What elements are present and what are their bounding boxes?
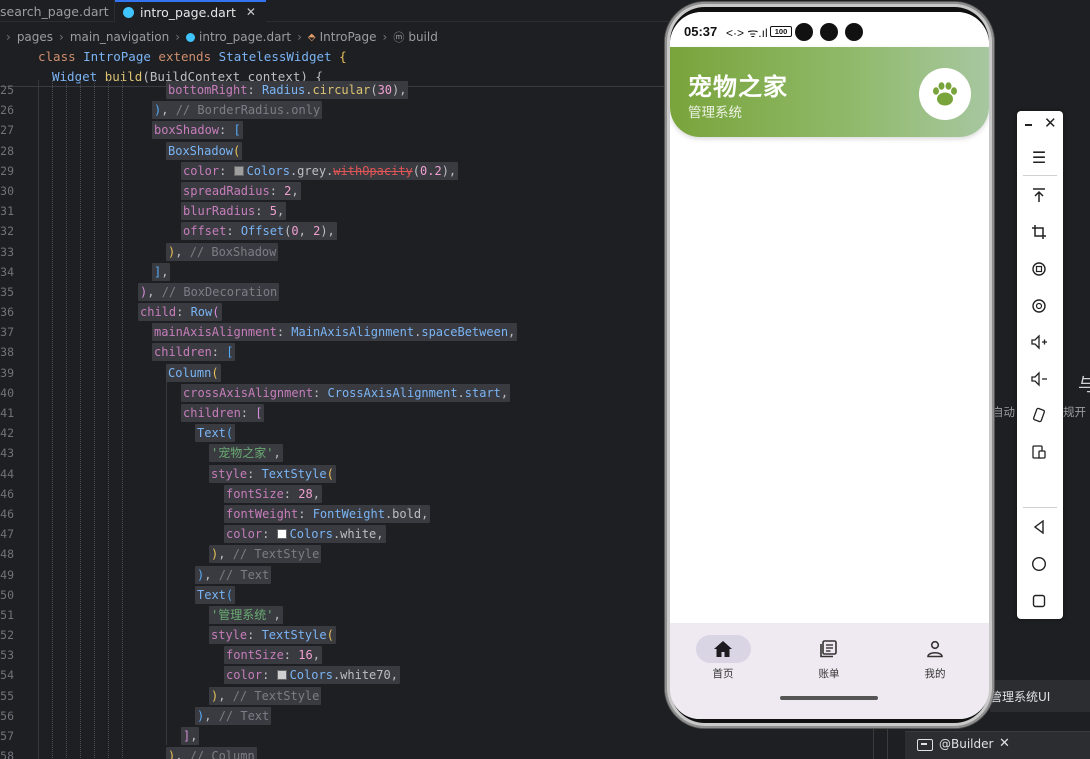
dart-file-icon: [186, 32, 196, 42]
chevron-right-icon: ›: [6, 30, 11, 44]
minimize-icon[interactable]: [1025, 124, 1032, 126]
chat-card[interactable]: 管理系统UI: [990, 680, 1090, 712]
pin-top-icon[interactable]: [1028, 184, 1050, 206]
divider: [1023, 175, 1057, 176]
home-icon: [714, 641, 732, 657]
color-swatch: [276, 529, 287, 540]
notification-icon: [795, 23, 813, 41]
breadcrumb-item[interactable]: intro_page.dart: [199, 30, 291, 44]
breadcrumb-item[interactable]: IntroPage: [320, 30, 377, 44]
rotate-right-icon[interactable]: [1028, 295, 1050, 317]
divider: [1023, 507, 1057, 508]
nav-label: 账单: [818, 668, 840, 680]
panel-heading: 与: [1078, 375, 1090, 396]
tab-label: intro_page.dart: [140, 4, 236, 20]
chevron-right-icon: ›: [382, 30, 388, 44]
nav-item-home[interactable]: 首页: [683, 635, 763, 685]
volume-down-icon[interactable]: [1028, 368, 1050, 390]
nav-item-bills[interactable]: 账单: [789, 635, 869, 685]
crop-icon[interactable]: [1028, 221, 1050, 243]
multi-device-icon[interactable]: [1028, 441, 1050, 463]
battery-icon: 100: [770, 26, 792, 37]
recent-apps-icon[interactable]: [1028, 590, 1050, 612]
builder-bar[interactable]: @Builder ✕: [905, 731, 1090, 759]
app-title: 宠物之家: [688, 73, 788, 101]
color-swatch: [233, 165, 244, 176]
dart-file-icon: [123, 6, 134, 18]
breadcrumb-item[interactable]: pages: [17, 30, 53, 44]
toolbar-header: ✕: [1017, 111, 1063, 139]
status-time: 05:37: [684, 24, 718, 39]
person-icon: [927, 640, 943, 658]
app-subtitle: 管理系统: [688, 105, 742, 121]
close-icon[interactable]: ✕: [1044, 114, 1057, 132]
panel-text: 自动: [992, 405, 1015, 419]
builder-label: @Builder: [939, 737, 994, 751]
status-bar: 05:37 <·> ᯤ.ıl 100: [670, 12, 989, 48]
app-header: 宠物之家 管理系统: [670, 47, 989, 137]
paw-icon: [933, 82, 957, 106]
panel-text: 规开: [1063, 405, 1086, 419]
shake-icon[interactable]: [1028, 404, 1050, 426]
breadcrumb-item[interactable]: main_navigation: [70, 30, 169, 44]
home-circle-icon[interactable]: [1028, 553, 1050, 575]
breadcrumb: › pages › main_navigation › intro_page.d…: [0, 27, 438, 47]
class-icon: ⬘: [307, 31, 316, 43]
method-icon: ⓜ: [393, 31, 405, 44]
chevron-right-icon: ›: [175, 30, 181, 44]
chevron-right-icon: ›: [297, 30, 302, 44]
tab-search-page[interactable]: search_page.dart: [0, 0, 115, 22]
network-icon: <·> ᯤ.ıl: [726, 26, 768, 40]
nav-label: 我的: [924, 668, 946, 680]
paw-avatar[interactable]: [919, 68, 971, 120]
close-icon[interactable]: ✕: [246, 5, 256, 19]
camera-cutout: [820, 23, 838, 41]
menu-icon[interactable]: ☰: [1028, 146, 1050, 168]
code-line: 57],: [0, 727, 200, 745]
chat-card-title: 管理系统UI: [990, 690, 1051, 704]
tab-intro-page[interactable]: intro_page.dart ✕: [115, 0, 266, 22]
volume-up-icon[interactable]: [1028, 331, 1050, 353]
bill-icon: [820, 640, 837, 658]
tools-icon[interactable]: ✕: [999, 736, 1010, 751]
chevron-right-icon: ›: [59, 30, 64, 44]
builder-icon: [917, 739, 933, 751]
bottom-navigation: 首页 账单 我的: [670, 623, 989, 719]
sticky-line[interactable]: class IntroPage extends StatelessWidget …: [38, 49, 347, 64]
rotate-left-icon[interactable]: [1028, 258, 1050, 280]
breadcrumb-item[interactable]: build: [408, 30, 438, 44]
tab-label: search_page.dart: [0, 3, 109, 19]
emulator-toolbar: ✕ ☰: [1017, 111, 1063, 619]
code-line: 58), // Column: [0, 746, 880, 759]
home-indicator[interactable]: [780, 696, 878, 700]
phone-screen: 05:37 <·> ᯤ.ıl 100 宠物之家 管理系统 首页 账单 我的: [670, 12, 989, 719]
nav-label: 首页: [712, 668, 734, 680]
notification-icon: [845, 23, 863, 41]
back-icon[interactable]: [1028, 516, 1050, 538]
color-swatch: [276, 670, 287, 681]
nav-item-profile[interactable]: 我的: [895, 635, 975, 685]
